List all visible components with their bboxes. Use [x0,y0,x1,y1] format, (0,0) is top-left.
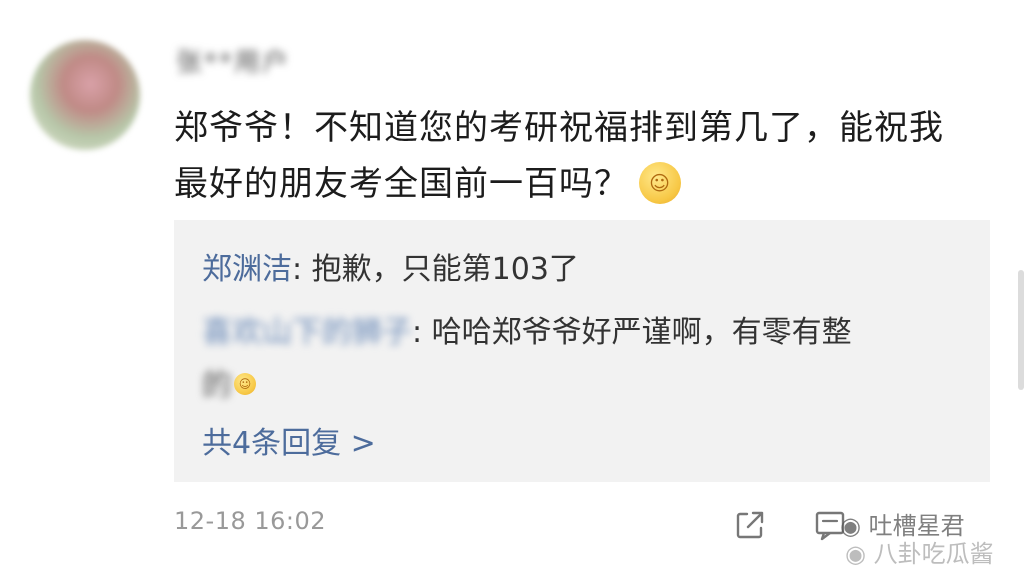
comment-text: 郑爷爷！不知道您的考研祝福排到第几了，能祝我最好的朋友考全国前一百吗？ ☺ [174,100,974,212]
reply-item-continuation: 的 ☺ [202,360,256,404]
scrollbar[interactable] [1018,270,1024,390]
reply-text-tail: 的 [202,368,232,403]
reply-box[interactable]: 郑渊洁: 抱歉，只能第103了 喜欢山下的狮子: 哈哈郑爷爷好严谨啊，有零有整 … [174,220,990,482]
reply-separator: : [292,252,312,287]
watermark-line2: 八卦吃瓜酱 [873,540,994,568]
comment-username[interactable]: 张**用户 [176,45,290,81]
share-icon[interactable] [732,507,768,543]
avatar[interactable] [30,40,140,150]
reply-item[interactable]: 喜欢山下的狮子: 哈哈郑爷爷好严谨啊，有零有整 [202,307,852,351]
smirk-emoji-icon: ☺ [639,161,681,204]
reply-separator: : [412,315,432,350]
reply-author[interactable]: 郑渊洁 [202,252,292,287]
weibo-logo-icon: ◉ [845,540,874,568]
comment-timestamp: 12-18 16:02 [174,507,327,535]
reply-text: 哈哈郑爷爷好严谨啊，有零有整 [431,315,852,350]
reply-author[interactable]: 喜欢山下的狮子 [202,315,412,350]
more-replies-link[interactable]: 共4条回复 > [202,418,376,462]
reply-item[interactable]: 郑渊洁: 抱歉，只能第103了 [202,244,579,288]
comment-body: 郑爷爷！不知道您的考研祝福排到第几了，能祝我最好的朋友考全国前一百吗？ [174,108,944,204]
laugh-emoji-icon: ☺ [234,372,256,395]
reply-text: 抱歉，只能第103了 [311,252,579,287]
watermark-secondary: ◉ 八卦吃瓜酱 [845,534,994,569]
